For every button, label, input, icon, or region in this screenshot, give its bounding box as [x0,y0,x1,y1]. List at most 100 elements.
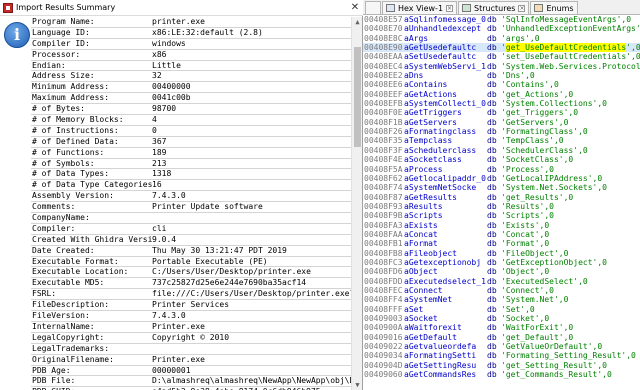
listing-line[interactable]: 00408F74 aSystemNetSocke db 'System.Net.Soc… [363,183,640,192]
listing-line[interactable]: 00408FF4 aSystemNet db 'System.Net',0 [363,295,640,304]
property-row: Maximum Address: 0041c00b [31,93,351,105]
listing-line[interactable]: 00409003 aSocket db 'Socket',0 [363,314,640,323]
property-row: Address Size: 32 [31,71,351,83]
close-icon[interactable]: ✕ [347,2,363,13]
line-label: aGetActions [404,89,457,99]
tab-close-icon[interactable]: × [518,4,526,12]
tab-close-icon[interactable]: × [446,4,454,12]
listing-line[interactable]: 00408FA3 aExists db 'Exists',0 [363,221,640,230]
line-label: aSqlinfomessage_0 [404,15,486,24]
listing-line[interactable]: 00408FB8 aFileobject db 'FileObject',0 [363,249,640,258]
listing-line[interactable]: 00408FAA aConcat db 'Concat',0 [363,230,640,239]
listing-line[interactable]: 00408EC4 aSystemWebServi_1 db 'System.Web.S… [363,62,640,71]
listing-line[interactable]: 00409060 aGetCommandsRes db 'get_Commands_R… [363,370,640,379]
line-directive: db [487,314,497,323]
listing-line[interactable]: 00408FDD aExecutedselect_1 db 'ExecutedSele… [363,277,640,286]
listing-line[interactable]: 00408F26 aFormatingclass db 'FormatingClass… [363,127,640,136]
line-label: aConnect [404,285,443,295]
property-key: Compiler ID: [32,38,90,48]
listing-line[interactable]: 00408F5A aProcess db 'Process',0 [363,165,640,174]
listing-line[interactable]: 00408F93 aResults db 'Results',0 [363,202,640,211]
listing-line[interactable]: 00408E70 aUnhandledexcept db 'UnhandledExce… [363,24,640,33]
listing-line[interactable]: 00408EE6 aContains db 'Contains',0 [363,80,640,89]
property-key: Compiler: [32,223,76,233]
listing-line[interactable]: 00408F87 aGetResults db 'get_Results',0 [363,193,640,202]
line-directive: db [487,304,497,314]
listing-line[interactable]: 00408F62 aGetlocalipaddr_0 db 'GetLocalIPAd… [363,174,640,183]
line-string: 'System.Web.Services.Protocols',0 [501,61,640,71]
listing-line[interactable]: 0040904D aGetSettingResu db 'get_Setting_Re… [363,361,640,370]
line-directive: db [487,276,497,286]
line-directive: db [487,43,497,53]
line-string: 'Contains',0 [501,80,559,90]
listing-line[interactable]: 00408E57 aSqlinfomessage_0 db 'SqlInfoMessa… [363,15,640,24]
scroll-down-arrow-icon[interactable]: ▼ [352,380,363,390]
listing-line[interactable]: 00409016 aGetDefault db 'get_Default',0 [363,333,640,342]
line-directive: db [487,99,497,109]
listing-line[interactable]: 00408FEC aConnect db 'Connect',0 [363,286,640,295]
listing-line[interactable]: 00408E90 aGetUsedefaultc db 'get_UseDefault… [363,43,640,53]
property-value: D:\almashreq\almashreq\NewApp\NewApp\obj… [152,376,351,386]
scroll-up-arrow-icon[interactable]: ▲ [352,17,363,27]
line-string: 'GetExceptionObject',0 [501,257,607,267]
listing-line[interactable]: 00409022 aGetvalueordefa db 'GetValueOrDefa… [363,342,640,351]
line-address: 00409060 [364,370,403,380]
line-address: 00408EC4 [364,61,403,71]
listing-line[interactable]: 00408F0E aGetTriggers db 'get_Triggers',0 [363,108,640,117]
property-key: Address Size: [32,71,95,81]
property-key: Program Name: [32,17,95,26]
property-key: Language ID: [32,27,90,37]
line-string: 'FormatingClass',0 [501,127,588,137]
line-address: 00408EE6 [364,80,403,90]
listing-line[interactable]: 00408F3F aSchedulerclass db 'SchedulerClass… [363,146,640,155]
listing-line[interactable]: 00408F4E aSocketclass db 'SocketClass',0 [363,155,640,164]
line-string: 'System.Net',0 [501,295,569,305]
line-string: 'get_Commands_Result',0 [501,370,612,380]
listing-line[interactable]: 00409034 aFormatingSetti db 'Formating_Sett… [363,351,640,360]
line-directive: db [487,342,497,352]
tab-hex-view[interactable]: Hex View-1 × [382,1,458,14]
listing-line[interactable]: 0040900A aWaitforexit db 'WaitForExit',0 [363,323,640,332]
property-value: Printer.exe [152,354,205,364]
property-key: # of Memory Blocks: [32,115,124,125]
line-label: aSystemNet [404,295,453,305]
listing-line[interactable]: 00408F9B aScripts db 'Scripts',0 [363,211,640,220]
line-label: aResults [404,201,443,211]
vertical-scrollbar[interactable]: ▲ ▼ [351,17,362,390]
listing-view[interactable]: 00408E57 aSqlinfomessage_0 db 'SqlInfoMessa… [363,15,640,390]
line-string: 'get_Results',0 [501,192,574,202]
property-value: x86:LE:32:default (2.8) [152,27,263,37]
property-value: Printer.exe [152,321,205,331]
property-row: Date Created: Thu May 30 13:21:47 PDT 201… [31,246,351,257]
listing-line[interactable]: 00408FD6 aObject db 'Object',0 [363,267,640,276]
listing-line[interactable]: 00408F35 aTempclass db 'TempClass',0 [363,136,640,145]
listing-line[interactable]: 00408EAA aSetUsedefaultc db 'set_UseDefault… [363,52,640,61]
line-label: aWaitforexit [404,323,462,333]
listing-line[interactable]: 00408F1B aGetServers db 'GetServers',0 [363,118,640,127]
property-value: C:/Users/User/Desktop/printer.exe [152,267,311,277]
tab-ida-view[interactable] [365,1,381,14]
property-row: PDB File: D:\almashreq\almashreq\NewApp\N… [31,376,351,388]
listing-line[interactable]: 00408FB1 aFormat db 'Format',0 [363,239,640,248]
listing-line[interactable]: 00408EEF aGetActions db 'get_Actions',0 [363,90,640,99]
scrollbar-thumb[interactable] [354,47,361,147]
line-string: 'Dns',0 [501,71,535,81]
line-string: 'get_Actions',0 [501,89,574,99]
property-value: Printer Update software [152,202,263,212]
listing-line[interactable]: 00408E8C aArgs db 'args',0 [363,34,640,43]
line-address: 00409022 [364,342,403,352]
property-key: Executable Format: [32,256,119,266]
line-label: aGetlocalipaddr_0 [404,173,486,183]
listing-line[interactable]: 00408EE2 aDns db 'Dns',0 [363,71,640,80]
tab-structures[interactable]: Structures × [458,1,530,14]
property-value: 7.4.3.0 [152,311,186,321]
listing-line[interactable]: 00408EFB aSystemCollecti_0 db 'System.Colle… [363,99,640,108]
listing-line[interactable]: 00408FFF aSet db 'Set',0 [363,305,640,314]
listing-line[interactable]: 00408FC3 aGetexceptionobj db 'GetExceptionO… [363,258,640,267]
line-string: 'get_UseDefaultCredentials',0 [501,43,640,53]
line-directive: db [487,239,497,249]
tab-enums[interactable]: Enums [530,1,578,14]
line-directive: db [487,89,497,99]
line-address: 00408F9B [364,211,403,221]
line-label: aFormat [404,239,438,249]
